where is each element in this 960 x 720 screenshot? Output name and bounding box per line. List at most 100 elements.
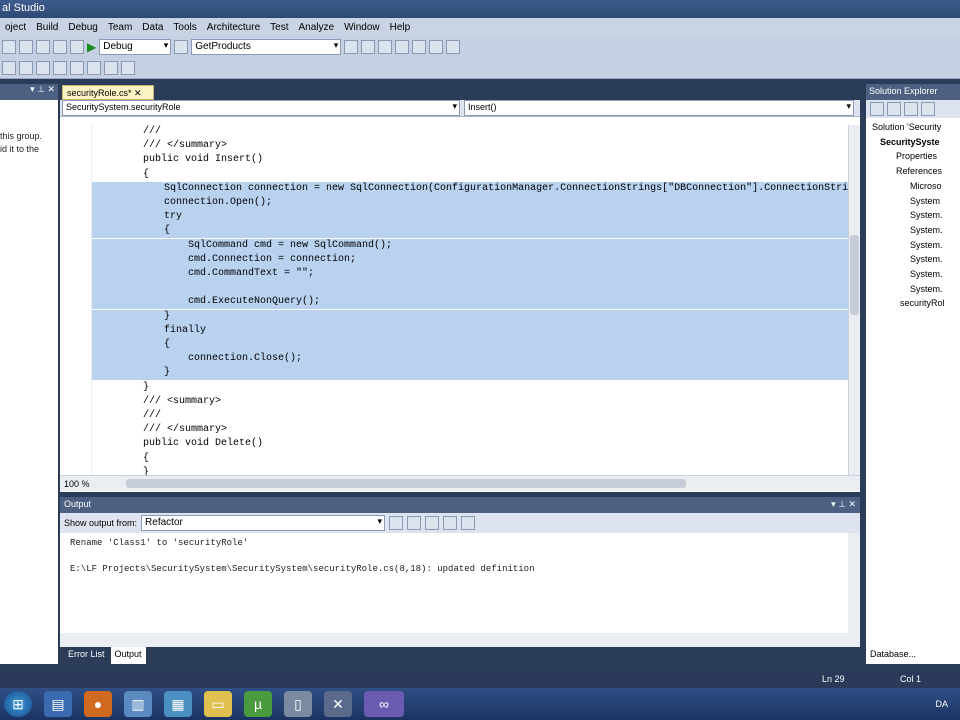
word-wrap-icon[interactable] (461, 516, 476, 530)
prev-bookmark-icon[interactable] (87, 60, 101, 75)
start-debug-icon[interactable]: ▶ (87, 40, 96, 54)
code-line: /// </summary> (95, 424, 228, 436)
properties-icon[interactable] (361, 39, 376, 54)
app-icon[interactable]: ▦ (164, 691, 192, 717)
clear-all-icon[interactable] (443, 516, 458, 530)
undo-icon[interactable] (36, 39, 50, 54)
menu-data[interactable]: Data (137, 22, 168, 33)
code-line: } (92, 309, 848, 324)
solution-tree: Solution 'Security SecuritySyste Propert… (866, 118, 960, 311)
find-message-icon[interactable] (389, 516, 404, 530)
comment-icon[interactable] (36, 60, 50, 75)
tree-item-reference[interactable]: System. (866, 223, 960, 238)
output-text: Rename 'Class1' to 'securityRole' E:\LF … (60, 533, 860, 580)
menu-architecture[interactable]: Architecture (202, 22, 265, 33)
menu-help[interactable]: Help (385, 22, 416, 33)
start-button-icon[interactable]: ⊞ (4, 691, 32, 717)
menu-project[interactable]: oject (0, 22, 31, 33)
next-message-icon[interactable] (425, 516, 440, 530)
output-window-controls[interactable]: ▾ ⊥ ✕ (831, 499, 856, 511)
outdent-icon[interactable] (19, 60, 33, 75)
window-title: al Studio (2, 2, 45, 14)
left-tool-panel: ▾ ⊥ ✕ this group. id it to the (0, 84, 58, 664)
tab-output[interactable]: Output (110, 647, 146, 664)
output-title: Output (64, 499, 92, 509)
properties-icon[interactable] (870, 102, 884, 116)
menu-analyze[interactable]: Analyze (293, 22, 339, 33)
menu-test[interactable]: Test (265, 22, 293, 33)
utorrent-icon[interactable]: µ (244, 691, 272, 717)
menu-window[interactable]: Window (339, 22, 385, 33)
zoom-level[interactable]: 100 % (60, 479, 90, 489)
member-combo[interactable]: Insert() (464, 100, 854, 116)
taskbar: ⊞ ▤ ● ▥ ▦ ▭ µ ▯ ✕ ∞ DA (0, 688, 960, 720)
tree-item-project[interactable]: SecuritySyste (866, 135, 960, 150)
class-combo[interactable]: SecuritySystem.securityRole (62, 100, 460, 116)
next-bookmark-icon[interactable] (104, 60, 118, 75)
tools-icon[interactable]: ✕ (324, 691, 352, 717)
tree-item-reference[interactable]: System. (866, 238, 960, 253)
editor-hscrollbar[interactable]: 100 % (60, 475, 860, 491)
tree-item-solution[interactable]: Solution 'Security (866, 120, 960, 135)
output-line: Rename 'Class1' to 'securityRole' (70, 538, 249, 548)
folder-icon[interactable]: ▭ (204, 691, 232, 717)
tree-item-reference[interactable]: System (866, 194, 960, 209)
output-hscrollbar[interactable] (60, 633, 860, 647)
notepad-icon[interactable]: ▯ (284, 691, 312, 717)
visual-studio-icon[interactable]: ∞ (364, 691, 404, 717)
menu-team[interactable]: Team (103, 22, 137, 33)
tree-item-references[interactable]: References (866, 164, 960, 179)
save-icon[interactable] (19, 39, 33, 54)
tree-item-reference[interactable]: System. (866, 267, 960, 282)
object-browser-icon[interactable] (378, 39, 393, 54)
find-combo[interactable]: GetProducts (191, 38, 342, 55)
tree-item-reference[interactable]: Microso (866, 179, 960, 194)
code-area[interactable]: /// /// </summary> public void Insert() … (60, 125, 848, 478)
bookmark-icon[interactable] (70, 60, 84, 75)
code-line: } (95, 381, 150, 393)
prev-message-icon[interactable] (407, 516, 422, 530)
solution-explorer-header: Solution Explorer (866, 84, 960, 100)
clear-bookmarks-icon[interactable] (121, 60, 135, 75)
solution-explorer-icon[interactable] (344, 39, 359, 54)
tree-item-reference[interactable]: System. (866, 208, 960, 223)
vscroll-thumb[interactable] (850, 235, 859, 315)
app-icon[interactable]: ▥ (124, 691, 152, 717)
close-icon[interactable]: ✕ (134, 88, 142, 98)
refresh-icon[interactable] (904, 102, 918, 116)
editor-vscrollbar[interactable] (848, 125, 860, 475)
tree-item-properties[interactable]: Properties (866, 149, 960, 164)
view-code-icon[interactable] (921, 102, 935, 116)
start-page-icon[interactable] (429, 39, 444, 54)
navigation-bar: SecuritySystem.securityRole Insert() (60, 100, 860, 117)
tree-item-file[interactable]: securityRol (866, 296, 960, 311)
tree-item-reference[interactable]: System. (866, 252, 960, 267)
config-combo[interactable]: Debug (99, 38, 172, 55)
extension-icon[interactable] (412, 39, 427, 54)
language-indicator[interactable]: DA (935, 699, 948, 709)
navigate-icon[interactable] (70, 39, 84, 54)
tab-error-list[interactable]: Error List (64, 647, 109, 664)
hscroll-thumb[interactable] (126, 479, 686, 488)
firefox-icon[interactable]: ● (84, 691, 112, 717)
tab-database-explorer[interactable]: Database... (866, 647, 960, 664)
menu-build[interactable]: Build (31, 22, 63, 33)
menu-tools[interactable]: Tools (168, 22, 201, 33)
output-line: E:\LF Projects\SecuritySystem\SecuritySy… (70, 564, 535, 574)
new-project-icon[interactable] (2, 39, 16, 54)
output-source-combo[interactable]: Refactor (141, 515, 386, 531)
tree-item-reference[interactable]: System. (866, 282, 960, 297)
redo-icon[interactable] (53, 39, 67, 54)
find-icon[interactable] (174, 39, 189, 54)
show-all-files-icon[interactable] (887, 102, 901, 116)
toolbox-icon[interactable] (395, 39, 410, 54)
indent-icon[interactable] (2, 60, 16, 75)
command-window-icon[interactable] (446, 39, 461, 54)
output-vscrollbar[interactable] (848, 533, 860, 633)
uncomment-icon[interactable] (53, 60, 67, 75)
tab-securityrole[interactable]: securityRole.cs* ✕ (62, 85, 154, 100)
explorer-icon[interactable]: ▤ (44, 691, 72, 717)
menu-debug[interactable]: Debug (63, 22, 102, 33)
code-line: connection.Open(); (92, 196, 848, 210)
menu-bar: oject Build Debug Team Data Tools Archit… (0, 18, 960, 36)
